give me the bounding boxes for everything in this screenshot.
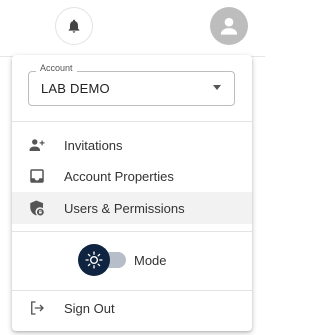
menu-divider bbox=[12, 290, 252, 291]
menu-item-label: Invitations bbox=[64, 137, 123, 153]
account-menu: Account LAB DEMO Invitations Account Pro… bbox=[12, 55, 252, 331]
account-select-label: Account bbox=[36, 63, 77, 73]
shield-lock-icon bbox=[30, 200, 44, 216]
menu-item-label: Users & Permissions bbox=[64, 200, 185, 216]
person-add-icon bbox=[29, 139, 45, 151]
menu-item-account-properties[interactable]: Account Properties bbox=[12, 160, 252, 192]
account-avatar-button[interactable] bbox=[210, 7, 248, 45]
menu-item-sign-out[interactable]: Sign Out bbox=[12, 292, 252, 324]
inbox-icon bbox=[30, 169, 44, 183]
menu-divider bbox=[12, 121, 252, 122]
menu-item-users-permissions[interactable]: Users & Permissions bbox=[12, 192, 252, 224]
theme-mode-label: Mode bbox=[134, 253, 167, 268]
logout-icon bbox=[31, 301, 44, 315]
dropdown-arrow-icon[interactable] bbox=[213, 85, 221, 90]
sun-icon bbox=[85, 251, 103, 269]
bell-icon bbox=[68, 19, 80, 33]
menu-item-label: Sign Out bbox=[64, 300, 115, 316]
menu-item-invitations[interactable]: Invitations bbox=[12, 129, 252, 161]
menu-item-label: Account Properties bbox=[64, 168, 174, 184]
theme-mode-row: Mode bbox=[12, 243, 252, 279]
notifications-button[interactable] bbox=[55, 7, 93, 45]
menu-divider bbox=[12, 231, 252, 232]
account-circle-icon bbox=[220, 17, 238, 35]
account-select-value: LAB DEMO bbox=[41, 81, 110, 96]
theme-toggle-switch[interactable] bbox=[78, 244, 110, 276]
top-bar bbox=[0, 0, 265, 58]
